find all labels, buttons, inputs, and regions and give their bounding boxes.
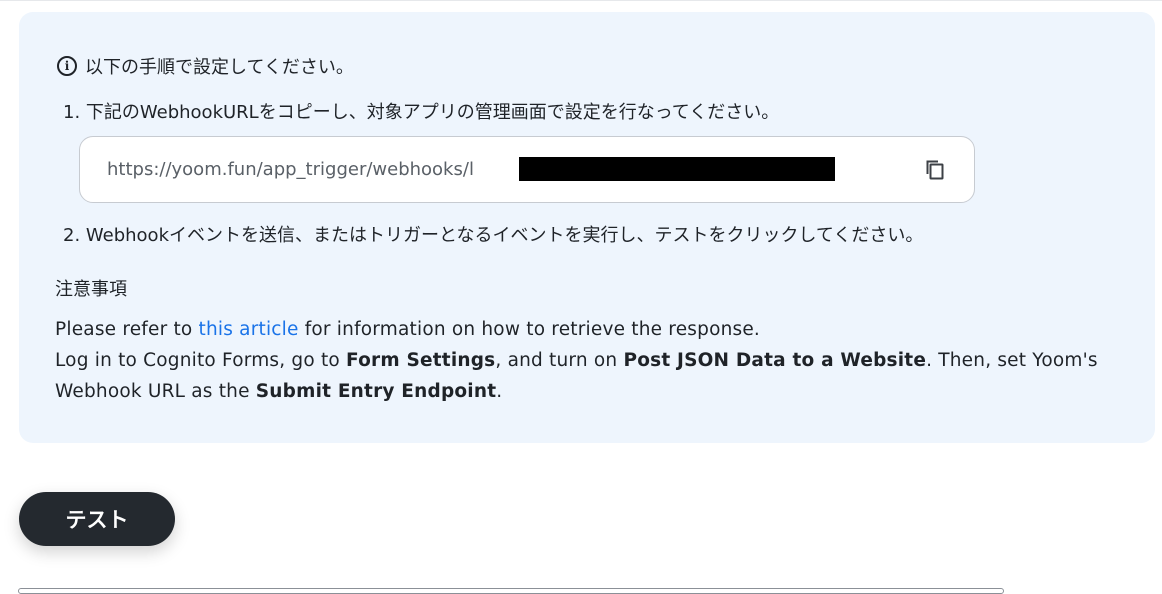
step-2-text: 2. Webhookイベントを送信、またはトリガーとなるイベントを実行し、テスト… xyxy=(63,225,924,246)
top-divider xyxy=(0,0,1162,1)
info-icon: i xyxy=(57,56,77,76)
horizontal-scrollbar[interactable] xyxy=(18,588,1004,594)
webhook-url-field[interactable]: https://yoom.fun/app_trigger/webhooks/l xyxy=(79,136,975,203)
copy-icon[interactable] xyxy=(923,158,947,182)
notes-line2-a: Log in to Cognito Forms, go to xyxy=(55,350,347,371)
test-button[interactable]: テスト xyxy=(19,492,175,546)
step-1-text: 1. 下記のWebhookURLをコピーし、対象アプリの管理画面で設定を行なって… xyxy=(63,102,780,123)
article-link[interactable]: this article xyxy=(199,319,299,340)
instructions-panel: i 以下の手順で設定してください。 1. 下記のWebhookURLをコピーし、… xyxy=(19,12,1155,443)
notes-line2-g: . xyxy=(496,381,503,402)
form-settings-label: Form Settings xyxy=(346,350,496,371)
post-json-label: Post JSON Data to a Website xyxy=(623,350,927,371)
notes-line2-c: , and turn on xyxy=(495,350,624,371)
notes-title: 注意事項 xyxy=(55,279,127,300)
instructions-header: i 以下の手順で設定してください。 xyxy=(57,53,354,79)
redacted-token xyxy=(519,157,835,181)
webhook-url-base: https://yoom.fun/app_trigger/webhooks/ xyxy=(107,159,469,180)
notes-body: Please refer to this article for informa… xyxy=(55,314,1115,407)
notes-line1-post: for information on how to retrieve the r… xyxy=(298,319,761,340)
notes-line1-pre: Please refer to xyxy=(55,319,199,340)
webhook-url-partial: l xyxy=(468,159,474,180)
instructions-heading: 以下の手順で設定してください。 xyxy=(85,57,354,78)
submit-endpoint-label: Submit Entry Endpoint xyxy=(255,381,497,402)
webhook-url-text[interactable]: https://yoom.fun/app_trigger/webhooks/l xyxy=(107,159,474,180)
